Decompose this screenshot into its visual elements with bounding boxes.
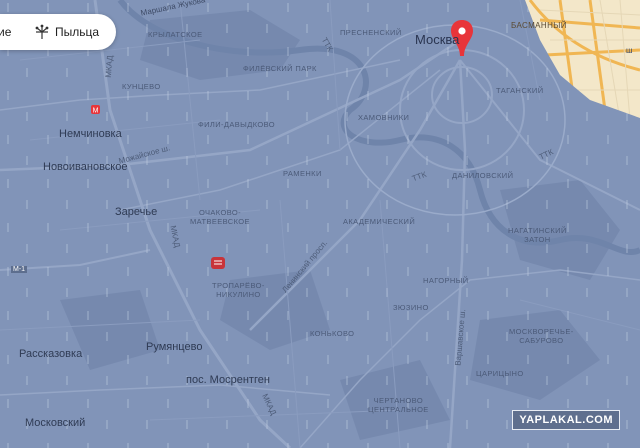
- watermark: YAPLAKAL.COM: [512, 410, 620, 430]
- map-canvas[interactable]: М: [0, 0, 640, 448]
- storm-icon[interactable]: [211, 257, 225, 269]
- layer-chip-bar: ие Пыльца: [0, 14, 116, 50]
- svg-text:М: М: [93, 108, 99, 115]
- metro-icon[interactable]: М: [91, 105, 100, 115]
- layer-chip-partial-label: ие: [0, 25, 12, 39]
- layer-chip-partial[interactable]: ие: [0, 25, 14, 39]
- dandelion-icon: [35, 24, 49, 39]
- pollen-chip-label: Пыльца: [55, 25, 100, 39]
- pollen-chip[interactable]: Пыльца: [34, 24, 99, 40]
